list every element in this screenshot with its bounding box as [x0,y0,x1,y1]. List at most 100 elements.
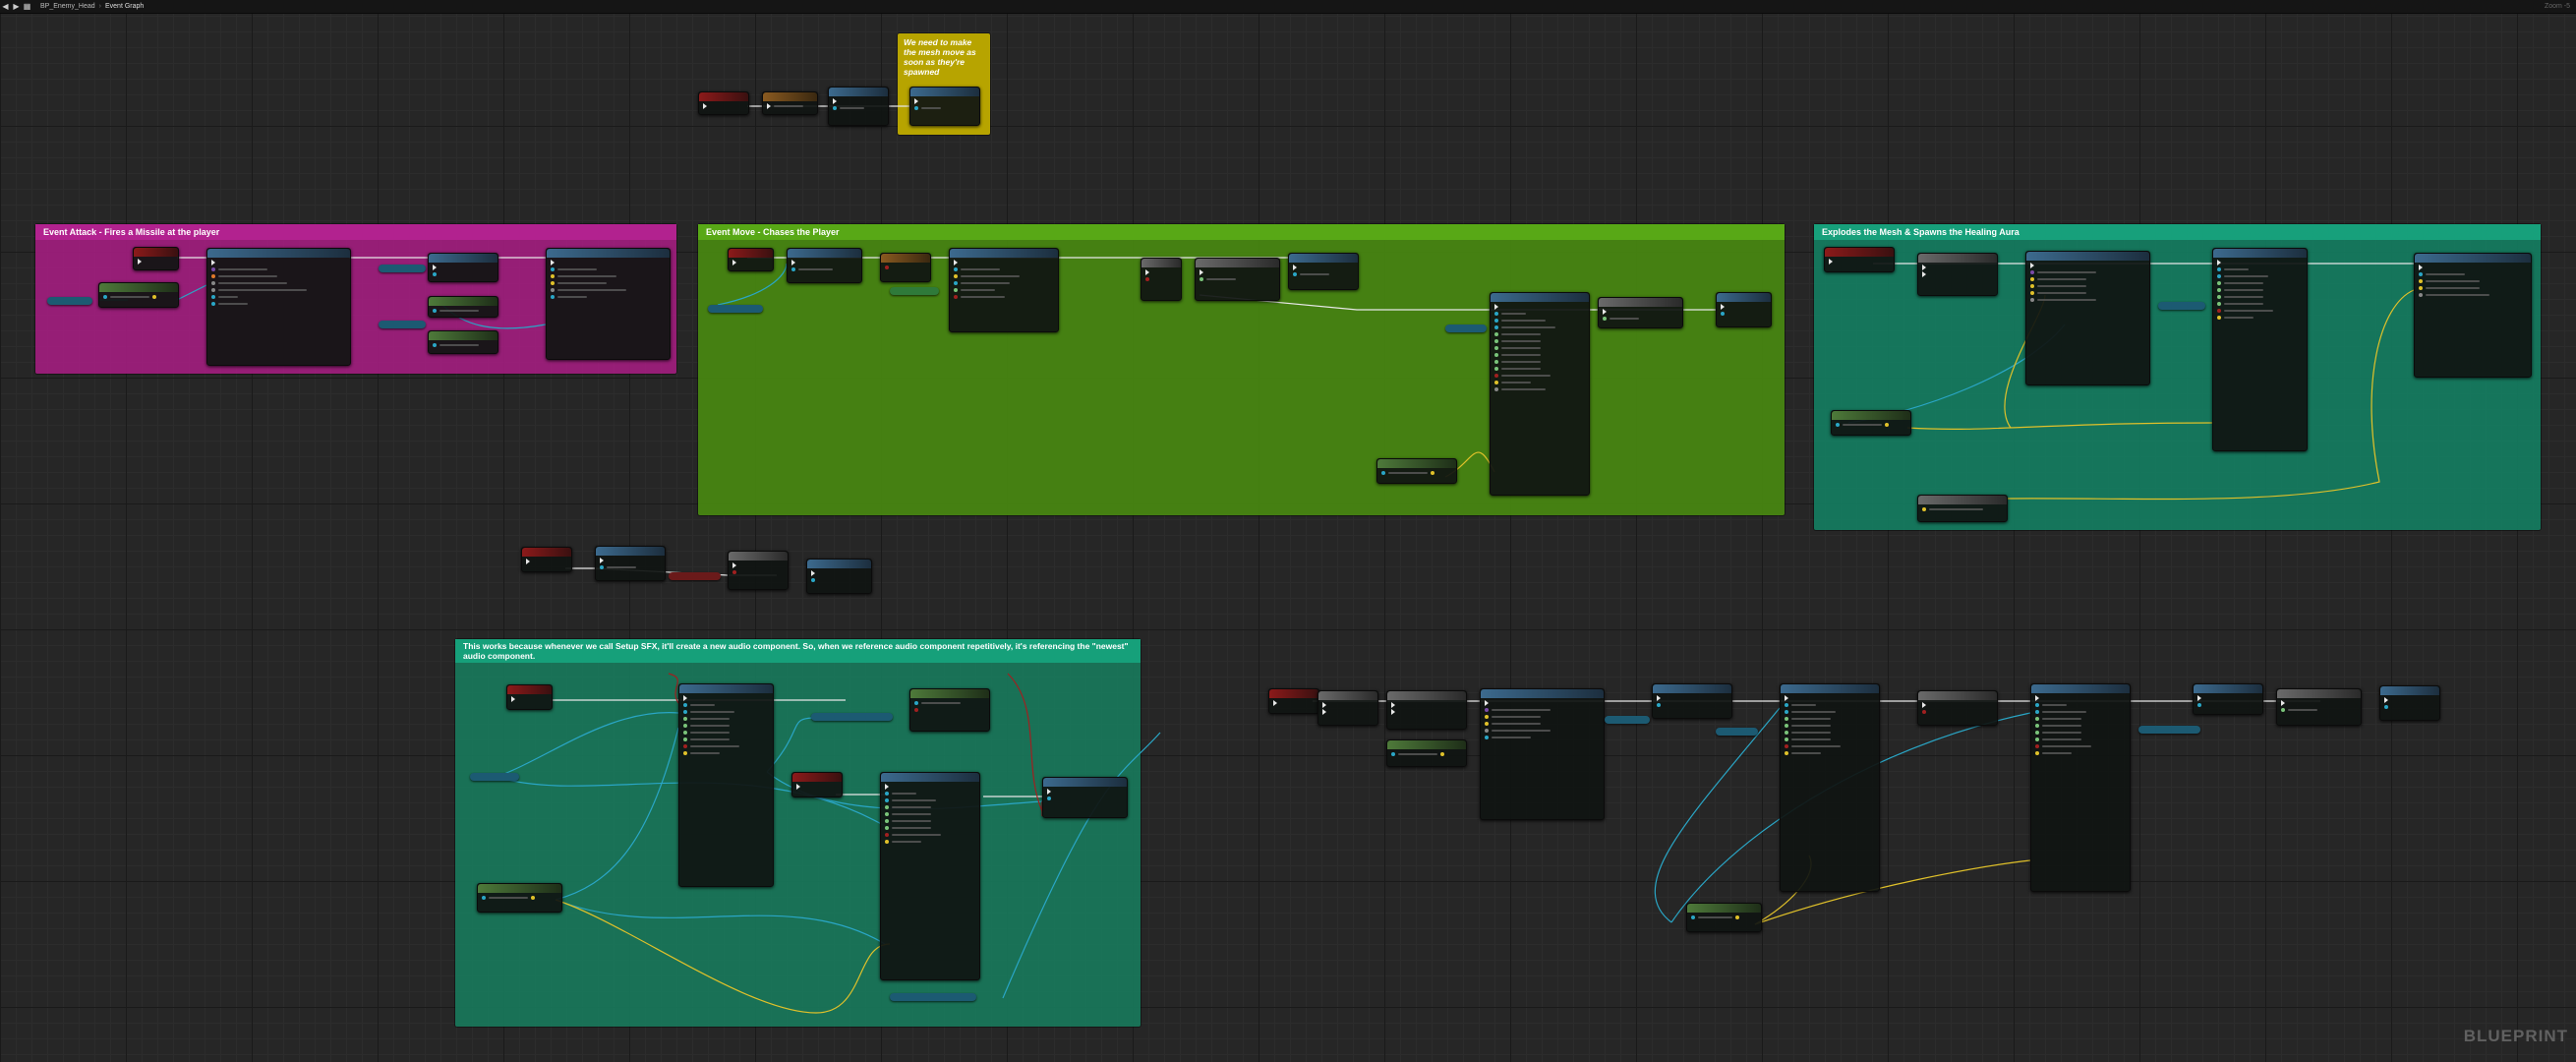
forward-arrow-icon[interactable]: ▶ [11,1,22,12]
exec-pin[interactable] [1145,268,1149,275]
exec-pin[interactable] [811,569,815,576]
variable-getter[interactable] [47,297,92,305]
class-pin[interactable] [1485,707,1489,712]
audio-component-ref[interactable] [2138,726,2200,734]
loop-pin[interactable] [2217,308,2221,313]
sfx-variable-ref[interactable] [1716,728,1758,736]
pitch-pin[interactable] [1785,737,1788,741]
fade-in-pin[interactable] [1785,723,1788,728]
target-pin[interactable] [433,308,437,313]
rotation-pin[interactable] [551,280,555,285]
target-pin[interactable] [1836,422,1840,427]
location-pin[interactable] [2030,276,2034,281]
exec-pin[interactable] [138,258,142,265]
handling-pin[interactable] [551,287,555,292]
audio-pin[interactable] [2217,273,2221,278]
target-pin[interactable] [1785,702,1788,707]
volume-pin[interactable] [2035,716,2039,721]
target-pin[interactable] [1691,914,1695,919]
target-pin[interactable] [600,564,604,569]
playback-pin[interactable] [1494,366,1498,371]
pitch-pin[interactable] [2035,737,2039,741]
location-pin[interactable] [1485,714,1489,719]
setup-sfx-node-2[interactable] [2212,248,2308,451]
exec-pin[interactable] [1391,701,1395,708]
destroy-actor-bottom[interactable] [2379,685,2440,721]
target-pin[interactable] [1293,271,1297,276]
location-pin[interactable] [683,750,687,755]
play-event-node[interactable] [791,772,843,797]
exec-pin[interactable] [1200,268,1203,275]
condition-pin[interactable] [1922,709,1926,714]
volume-pin[interactable] [683,716,687,721]
loop-pin[interactable] [885,832,889,837]
exec-pin[interactable] [1047,788,1051,795]
pitch-pin[interactable] [2217,301,2221,306]
get-component-node[interactable] [428,296,498,318]
exec-pin[interactable] [2281,699,2285,706]
attach-pin[interactable] [1494,386,1498,391]
exec-pin[interactable] [1922,701,1926,708]
override-pin[interactable] [211,287,215,292]
location-pin[interactable] [1785,750,1788,755]
rotation-pin[interactable] [2419,285,2423,290]
event-attack-node[interactable] [133,247,179,270]
pitch-pin[interactable] [1494,359,1498,364]
pitch-pin[interactable] [683,737,687,741]
get-homing-target-node[interactable] [428,330,498,354]
sfx-reference-2[interactable] [2158,302,2205,310]
handling-pin[interactable] [211,280,215,285]
target-pin[interactable] [1721,311,1725,316]
sfx-player-ref[interactable] [470,773,519,781]
set-audio-node[interactable] [1652,683,1732,719]
fade-out-pin[interactable] [683,730,687,735]
instigator-pin[interactable] [551,294,555,299]
sound-pin[interactable] [1494,324,1498,329]
fade-out-pin[interactable] [1785,730,1788,735]
spawn-emitter-node-2[interactable] [2414,253,2532,378]
exec-pin[interactable] [211,259,215,266]
event-move-node[interactable] [728,248,774,271]
trigger-event-node[interactable] [521,547,572,572]
return-pin[interactable] [914,707,918,712]
target-pin[interactable] [2035,702,2039,707]
setup-sfx-audio-node[interactable] [678,683,774,887]
fade-in-pin[interactable] [683,723,687,728]
return-pin[interactable] [1735,914,1739,919]
exec-pin[interactable] [833,97,837,104]
target-pin[interactable] [1381,470,1385,475]
spawn-healing-aura-node[interactable] [2025,251,2150,385]
exec-pin[interactable] [2419,264,2423,270]
audio-component-getter-2[interactable] [890,993,976,1001]
get-actor-location-node[interactable] [98,282,179,308]
call-move-node[interactable] [1288,253,1359,290]
cast-node[interactable] [762,91,818,115]
audio-component-getter[interactable] [811,713,893,721]
pawn-pin[interactable] [954,266,958,271]
exec-pin[interactable] [954,259,958,266]
target-pin[interactable] [103,294,107,299]
audio-reference[interactable] [1605,716,1650,724]
target-pin[interactable] [683,702,687,707]
red-variable[interactable] [669,572,721,580]
move-call-node[interactable] [909,87,980,126]
destroy-node-bottom[interactable] [2193,683,2263,715]
audio-pin[interactable] [683,709,687,714]
event-beginplay-node[interactable] [698,91,749,115]
exec-pin[interactable] [600,557,604,563]
vector-pin[interactable] [1922,506,1926,511]
exec-pin[interactable] [885,783,889,790]
return-pin[interactable] [152,294,156,299]
homing-variable[interactable] [379,321,426,328]
rotation-pin[interactable] [2030,283,2034,288]
return-pin[interactable] [1885,422,1889,427]
target-pin[interactable] [885,791,889,796]
pitch-pin[interactable] [885,825,889,830]
location-pin[interactable] [2419,278,2423,283]
duration-pin[interactable] [2281,707,2285,712]
exec-pin[interactable] [732,561,736,568]
fade-out-pin[interactable] [885,818,889,823]
target-pin[interactable] [833,105,837,110]
instigator-pin[interactable] [211,301,215,306]
custom-event-node[interactable] [1268,688,1319,714]
